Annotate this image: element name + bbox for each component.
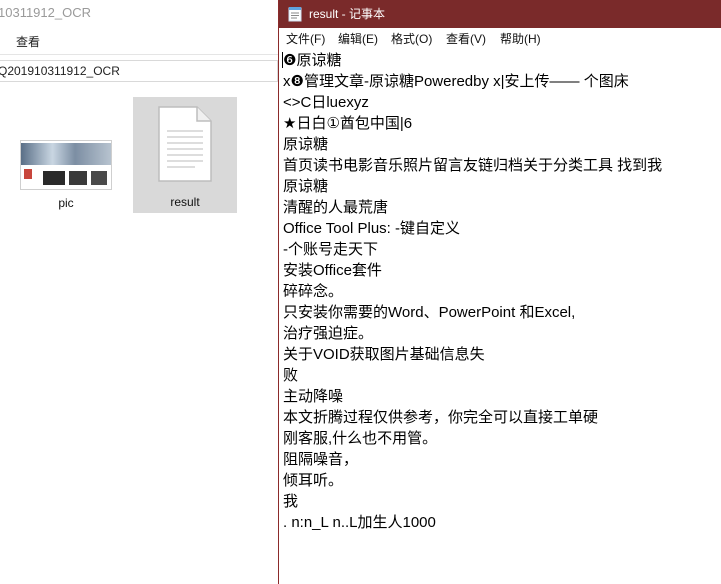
text-line: Office Tool Plus: -键自定义 [283, 220, 460, 237]
menu-format[interactable]: 格式(O) [391, 30, 432, 47]
menu-edit[interactable]: 编辑(E) [338, 30, 378, 47]
image-thumbnail-icon [20, 140, 112, 190]
ribbon-divider [0, 54, 278, 55]
address-bar[interactable]: Q201910311912_OCR [0, 60, 278, 82]
text-line: 清醒的人最荒唐 [283, 199, 389, 216]
menu-file[interactable]: 文件(F) [286, 30, 325, 47]
text-line: 败 [283, 367, 299, 384]
text-document-icon [158, 106, 212, 182]
text-line: 安装Office套件 [283, 262, 382, 279]
text-line: 关于VOID获取图片基础信息失 [283, 346, 485, 363]
explorer-title: 10311912_OCR [0, 0, 278, 26]
text-line: 本文折腾过程仅供参考，你完全可以直接工单硬 [283, 409, 599, 426]
notepad-title: result - 记事本 [309, 7, 386, 21]
text-line: 原谅糖 [283, 136, 329, 153]
text-editor-area[interactable]: ❻原谅糖 x❽管理文章-原谅糖Poweredby x|安上传—— 个图床 <>C日l… [279, 48, 721, 584]
text-line: x❽管理文章-原谅糖Poweredby x|安上传—— 个图床 [283, 73, 629, 90]
text-line: 只安装你需要的Word、PowerPoint 和Excel, [283, 304, 576, 321]
text-line: 原谅糖 [283, 178, 329, 195]
text-line: 我 [283, 493, 299, 510]
notepad-menubar: 文件(F) 编辑(E) 格式(O) 查看(V) 帮助(H) [279, 28, 721, 48]
text-line: 倾耳听。 [283, 472, 344, 489]
text-line: ★日白①酋包中国|6 [283, 115, 413, 132]
notepad-icon [288, 7, 302, 22]
address-path: Q201910311912_OCR [0, 64, 120, 78]
file-item-pic[interactable]: pic [14, 98, 118, 214]
explorer-title-text: 10311912_OCR [0, 5, 91, 20]
text-line: ❻原谅糖 [283, 52, 342, 69]
text-line: 主动降噪 [283, 388, 344, 405]
file-name-result: result [170, 195, 200, 209]
desktop: 10311912_OCR 查看 Q201910311912_OCR pic re… [0, 0, 721, 584]
notepad-window: result - 记事本 文件(F) 编辑(E) 格式(O) 查看(V) 帮助(… [278, 0, 721, 584]
explorer-ribbon: 查看 [0, 26, 278, 54]
file-name-pic: pic [58, 196, 74, 210]
file-item-result[interactable]: result [133, 97, 237, 213]
text-line: 首页读书电影音乐照片留言友链归档关于分类工具 找到我 [283, 157, 663, 174]
text-line: 治疗强迫症。 [283, 325, 374, 342]
ribbon-tab-view[interactable]: 查看 [16, 33, 40, 50]
text-line: 刚客服,什么也不用管。 [283, 430, 438, 447]
text-line: 碎碎念。 [283, 283, 344, 300]
text-line: 阻隔噪音， [283, 451, 359, 468]
text-line: -个账号走天下 [283, 241, 378, 258]
text-line: . n:n_L n..L加生人1000 [283, 514, 436, 531]
file-explorer-window: 10311912_OCR 查看 Q201910311912_OCR pic re… [0, 0, 278, 584]
notepad-titlebar[interactable]: result - 记事本 [279, 0, 721, 28]
menu-view[interactable]: 查看(V) [446, 30, 486, 47]
text-line: <>C日luexyz [283, 94, 369, 111]
menu-help[interactable]: 帮助(H) [500, 30, 541, 47]
